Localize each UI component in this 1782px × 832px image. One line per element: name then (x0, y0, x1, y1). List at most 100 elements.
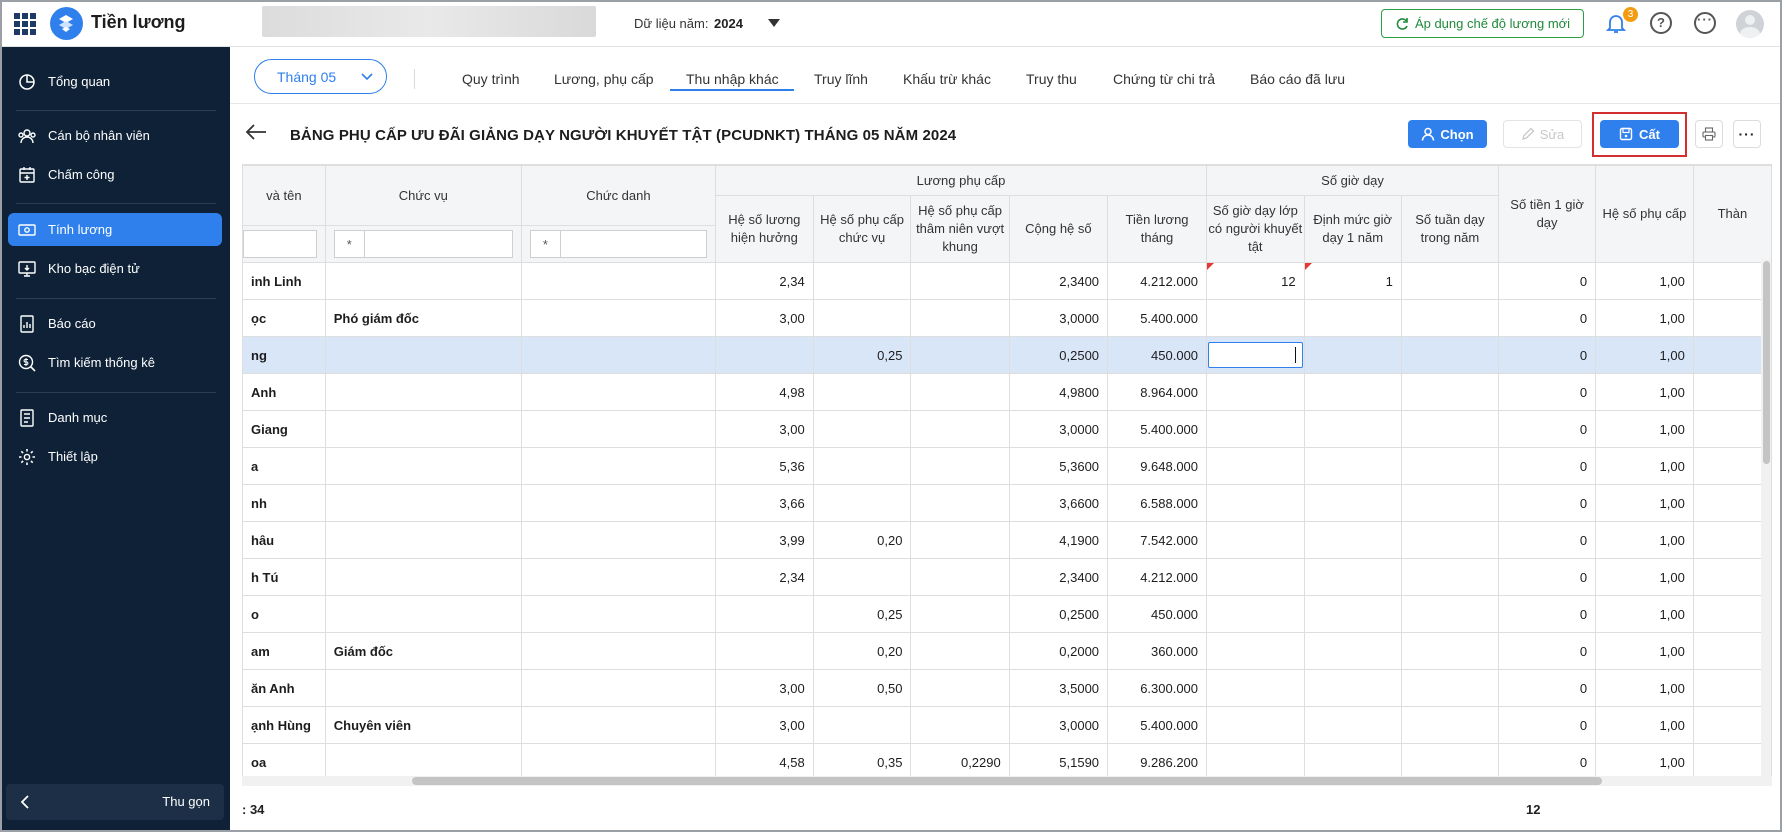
table-cell[interactable]: 9.648.000 (1107, 447, 1208, 485)
table-cell[interactable]: 0 (1498, 595, 1597, 633)
table-cell[interactable]: 1,00 (1595, 521, 1694, 559)
sidebar-item-overview[interactable]: Tổng quan (8, 65, 222, 98)
table-cell[interactable]: 3,5000 (1008, 669, 1109, 707)
back-arrow-icon[interactable] (244, 122, 268, 145)
table-cell[interactable]: 3,00 (714, 669, 814, 707)
table-cell[interactable] (520, 632, 716, 670)
table-cell[interactable] (1692, 669, 1772, 707)
table-cell[interactable] (1303, 484, 1402, 522)
table-row[interactable]: Anh 4,98 4,9800 8.964.000 0 1,00 (242, 373, 1772, 411)
table-cell[interactable]: 0 (1498, 262, 1597, 300)
table-cell[interactable] (1692, 299, 1772, 337)
sidebar-item-attendance[interactable]: Chấm công (8, 158, 222, 191)
table-cell[interactable] (1400, 299, 1500, 337)
table-row[interactable]: ng 0,25 0,2500 450.000 0 1,00 (242, 336, 1772, 374)
table-cell[interactable]: ăn Anh (242, 669, 326, 707)
table-cell[interactable] (1303, 447, 1402, 485)
table-cell[interactable] (910, 373, 1010, 411)
table-cell[interactable]: 3,0000 (1008, 706, 1109, 744)
table-cell[interactable]: 0,25 (812, 595, 912, 633)
table-cell[interactable] (1303, 299, 1402, 337)
save-button[interactable]: Cất (1600, 120, 1679, 148)
table-cell[interactable] (1303, 373, 1402, 411)
vertical-scrollbar[interactable] (1763, 261, 1770, 464)
table-cell[interactable]: 0,50 (812, 669, 912, 707)
table-cell[interactable] (1692, 595, 1772, 633)
col-header-name[interactable]: và tên (242, 165, 326, 226)
table-cell[interactable] (1303, 706, 1402, 744)
table-cell[interactable] (1692, 447, 1772, 485)
table-cell[interactable] (324, 669, 522, 707)
table-cell[interactable] (1400, 669, 1500, 707)
table-cell[interactable] (1206, 410, 1305, 448)
table-cell[interactable] (520, 299, 716, 337)
table-cell[interactable]: 1,00 (1595, 706, 1694, 744)
table-cell[interactable] (324, 743, 522, 781)
filter-operator[interactable]: * (335, 231, 365, 257)
table-cell[interactable]: 2,34 (714, 262, 814, 300)
year-select[interactable]: 2024 (714, 16, 743, 31)
table-cell[interactable] (1206, 336, 1305, 374)
table-cell[interactable]: 1,00 (1595, 262, 1694, 300)
table-cell[interactable] (520, 743, 716, 781)
table-row[interactable]: nh 3,66 3,6600 6.588.000 0 1,00 (242, 484, 1772, 522)
table-cell[interactable] (520, 447, 716, 485)
table-cell[interactable]: 3,00 (714, 706, 814, 744)
sidebar-item-catalog[interactable]: Danh mục (8, 401, 222, 434)
table-cell[interactable]: 0 (1498, 632, 1597, 670)
table-row[interactable]: oa 4,58 0,35 0,2290 5,1590 9.286.200 0 1,00 (242, 743, 1772, 781)
table-cell[interactable]: 0,2000 (1008, 632, 1109, 670)
apply-new-salary-button[interactable]: Áp dụng chế độ lương mới (1381, 9, 1584, 38)
table-cell[interactable] (520, 706, 716, 744)
table-cell[interactable] (1206, 373, 1305, 411)
table-cell[interactable] (812, 410, 912, 448)
table-cell[interactable]: 1,00 (1595, 299, 1694, 337)
table-cell[interactable]: 3,00 (714, 299, 814, 337)
table-cell[interactable] (520, 410, 716, 448)
table-cell[interactable] (1400, 447, 1500, 485)
table-cell[interactable]: ạnh Hùng (242, 706, 326, 744)
table-cell[interactable] (1692, 558, 1772, 596)
col-header-title[interactable]: Chức danh (520, 165, 716, 226)
table-cell[interactable] (1206, 743, 1305, 781)
table-cell[interactable] (910, 299, 1010, 337)
tab-salary-allowance[interactable]: Lương, phụ cấp (554, 71, 654, 87)
table-cell[interactable]: 5,1590 (1008, 743, 1109, 781)
table-cell[interactable] (1692, 743, 1772, 781)
table-cell[interactable] (1692, 373, 1772, 411)
table-cell[interactable] (1692, 521, 1772, 559)
table-cell[interactable] (910, 410, 1010, 448)
table-cell[interactable] (910, 484, 1010, 522)
table-cell[interactable]: 2,3400 (1008, 262, 1109, 300)
col-header-hours-disabled[interactable]: Số giờ dạy lớp có người khuyết tật (1206, 195, 1305, 263)
table-cell[interactable]: 0,20 (812, 521, 912, 559)
table-cell[interactable]: 1,00 (1595, 632, 1694, 670)
table-cell[interactable]: Giang (242, 410, 326, 448)
filter-position-input[interactable]: * (333, 230, 513, 258)
apps-grid-icon[interactable] (14, 13, 36, 35)
table-cell[interactable]: 0 (1498, 484, 1597, 522)
table-cell[interactable]: 4,58 (714, 743, 814, 781)
table-cell[interactable] (910, 558, 1010, 596)
table-cell[interactable]: 2,3400 (1008, 558, 1109, 596)
table-cell[interactable]: 12 (1206, 262, 1305, 300)
table-cell[interactable] (1303, 558, 1402, 596)
table-cell[interactable] (812, 558, 912, 596)
table-cell[interactable]: Chuyên viên (324, 706, 522, 744)
table-cell[interactable] (812, 484, 912, 522)
table-cell[interactable] (1400, 373, 1500, 411)
table-cell[interactable] (520, 595, 716, 633)
sidebar-item-e-treasury[interactable]: Kho bạc điện tử (8, 252, 222, 285)
table-cell[interactable]: 9.286.200 (1107, 743, 1208, 781)
table-cell[interactable]: 1,00 (1595, 373, 1694, 411)
table-cell[interactable]: 5.400.000 (1107, 410, 1208, 448)
table-cell[interactable]: ọc (242, 299, 326, 337)
tab-recovery[interactable]: Truy thu (1026, 71, 1077, 87)
sidebar-item-search-statistics[interactable]: Tìm kiếm thống kê (8, 346, 222, 379)
table-cell[interactable]: 0 (1498, 706, 1597, 744)
sidebar-item-staff[interactable]: Cán bộ nhân viên (8, 119, 222, 152)
tab-saved-reports[interactable]: Báo cáo đã lưu (1250, 71, 1345, 87)
table-cell[interactable]: 3,00 (714, 410, 814, 448)
table-cell[interactable] (520, 336, 716, 374)
filter-title-input[interactable]: * (529, 230, 707, 258)
